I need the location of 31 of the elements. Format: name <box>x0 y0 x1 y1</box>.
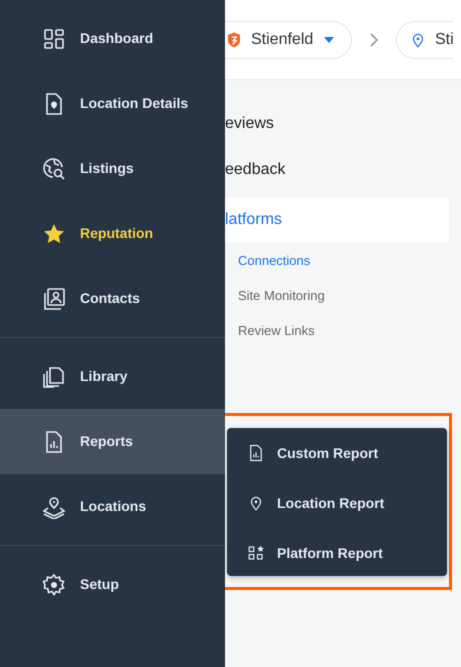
section-nav-item[interactable]: latforms <box>225 197 449 243</box>
globe-search-icon <box>42 156 66 180</box>
breadcrumb-pill[interactable]: Sti <box>396 20 454 58</box>
grid-star-icon <box>247 544 265 562</box>
menu-item[interactable]: Platform Report <box>227 528 447 578</box>
sidebar-item[interactable]: Reputation <box>0 201 225 266</box>
star-icon <box>42 222 66 246</box>
section-nav-item[interactable]: eviews <box>225 101 461 147</box>
sidebar-item[interactable]: Setup <box>0 552 225 617</box>
subnav-item[interactable]: Site Monitoring <box>225 278 325 313</box>
sidebar-item[interactable]: Library <box>0 344 225 409</box>
subnav-item[interactable]: Review Links <box>225 313 315 348</box>
section-nav-item[interactable]: eedback <box>225 147 461 193</box>
brand-logo-icon <box>225 30 243 48</box>
menu-item[interactable]: Location Report <box>227 478 447 528</box>
report-icon <box>247 444 265 462</box>
library-icon <box>42 364 66 388</box>
sidebar-item[interactable]: Locations <box>0 474 225 539</box>
sidebar-item[interactable]: Listings <box>0 136 225 201</box>
menu-item[interactable]: Custom Report <box>227 428 447 478</box>
sidebar-item[interactable]: Reports <box>0 409 225 474</box>
settings-icon <box>42 572 66 596</box>
breadcrumb-pill[interactable]: Stienfeld <box>225 20 352 58</box>
subnav-item[interactable]: Connections <box>225 243 310 278</box>
contacts-icon <box>42 286 66 310</box>
dashboard-icon <box>42 26 66 50</box>
sidebar-item[interactable]: Contacts <box>0 266 225 331</box>
chevron-icon <box>368 32 380 48</box>
sidebar-item[interactable]: Location Details <box>0 71 225 136</box>
layers-pin-icon <box>42 494 66 518</box>
sidebar-item[interactable]: Dashboard <box>0 6 225 71</box>
